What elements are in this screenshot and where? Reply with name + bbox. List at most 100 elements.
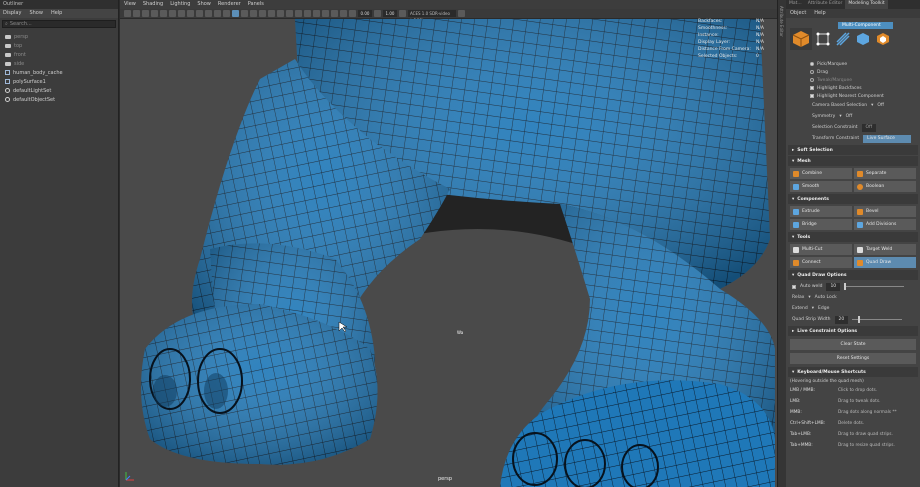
safe-action-icon[interactable]	[205, 10, 212, 17]
camera-select-icon[interactable]	[124, 10, 131, 17]
transform-constraint-select[interactable]: Live Surface	[863, 134, 912, 143]
toolkit-menu-object[interactable]: Object	[790, 10, 806, 17]
color-management-icon[interactable]	[399, 10, 406, 17]
object-mode-icon[interactable]	[790, 28, 812, 50]
drag-option[interactable]: Drag	[786, 68, 920, 76]
shortcuts-header[interactable]: ▾ Keyboard/Mouse Shortcuts	[788, 367, 918, 377]
outliner-menu-show[interactable]: Show	[29, 10, 43, 17]
motion-blur-icon[interactable]	[286, 10, 293, 17]
viewport-menu-renderer[interactable]: Renderer	[218, 1, 241, 8]
panel-layout-icon[interactable]	[458, 10, 465, 17]
symmetry-dropdown-icon[interactable]: ▾	[839, 114, 841, 119]
textured-icon[interactable]	[250, 10, 257, 17]
shadows-icon[interactable]	[268, 10, 275, 17]
outliner-item[interactable]: defaultObjectSet	[0, 95, 118, 104]
search-input[interactable]: Search...	[10, 21, 32, 27]
xray-components-icon[interactable]	[340, 10, 347, 17]
exposure-icon[interactable]	[349, 10, 356, 17]
components-header[interactable]: ▾ Components	[788, 194, 918, 204]
gate-mask-icon[interactable]	[187, 10, 194, 17]
outliner-item[interactable]: top	[0, 41, 118, 50]
highlight-backfaces-option[interactable]: Highlight Backfaces	[786, 84, 920, 92]
camera-lock-icon[interactable]	[133, 10, 140, 17]
relax-dropdown-icon[interactable]: ▾	[808, 295, 810, 300]
camera-sel-dropdown-icon[interactable]: ▾	[871, 103, 873, 108]
outliner-menu-help[interactable]: Help	[51, 10, 62, 17]
gamma-icon[interactable]	[374, 10, 381, 17]
multi-cut-button[interactable]: Multi-Cut	[790, 244, 852, 255]
viewport-menu-view[interactable]: View	[124, 1, 136, 8]
highlight-nearest-option[interactable]: Highlight Nearest Component	[786, 92, 920, 100]
radio-tweak[interactable]	[810, 78, 814, 82]
edge-mode-icon[interactable]	[836, 32, 850, 46]
checkbox-backfaces[interactable]	[810, 86, 814, 90]
pick-marquee-option[interactable]: Pick/Marquee	[786, 60, 920, 68]
face-mode-icon[interactable]	[856, 32, 870, 46]
separate-button[interactable]: Separate	[854, 168, 916, 179]
outliner-item[interactable]: front	[0, 50, 118, 59]
add-divisions-button[interactable]: Add Divisions	[854, 219, 916, 230]
radio-drag[interactable]	[810, 70, 814, 74]
camera-sel-value[interactable]: Off	[877, 103, 884, 108]
outliner-item[interactable]: defaultLightSet	[0, 86, 118, 95]
field-chart-icon[interactable]	[196, 10, 203, 17]
bridge-button[interactable]: Bridge	[790, 219, 852, 230]
combine-button[interactable]: Combine	[790, 168, 852, 179]
soft-selection-header[interactable]: ▸ Soft Selection	[788, 145, 918, 155]
tab-modeling-toolkit[interactable]: Modeling Toolkit	[845, 0, 888, 9]
auto-weld-field[interactable]: 10	[826, 282, 841, 291]
xray-icon[interactable]	[322, 10, 329, 17]
viewport-menu-lighting[interactable]: Lighting	[170, 1, 190, 8]
exposure-field[interactable]: 0.00	[358, 10, 372, 17]
relax-value[interactable]: Auto Lock	[815, 295, 837, 300]
tab-material[interactable]: Mat...	[786, 0, 805, 9]
auto-weld-slider[interactable]	[844, 283, 905, 290]
lights-icon[interactable]	[259, 10, 266, 17]
quad-draw-options-header[interactable]: ▾ Quad Draw Options	[788, 270, 918, 280]
xray-joints-icon[interactable]	[331, 10, 338, 17]
resolution-gate-icon[interactable]	[178, 10, 185, 17]
bookmark-icon[interactable]	[142, 10, 149, 17]
target-weld-button[interactable]: Target Weld	[854, 244, 916, 255]
wireframe-icon[interactable]	[223, 10, 230, 17]
outliner-menu-display[interactable]: Display	[3, 10, 21, 17]
connect-button[interactable]: Connect	[790, 257, 852, 268]
bevel-button[interactable]: Bevel	[854, 206, 916, 217]
film-gate-icon[interactable]	[169, 10, 176, 17]
tab-attribute-editor[interactable]: Attribute Editor	[805, 0, 846, 9]
viewport-menu-panels[interactable]: Panels	[248, 1, 264, 8]
viewport-panel[interactable]: View Shading Lighting Show Renderer Pane…	[120, 0, 777, 487]
smooth-button[interactable]: Smooth	[790, 181, 852, 192]
viewport-menu-shading[interactable]: Shading	[143, 1, 163, 8]
outliner-item[interactable]: human_body_cache	[0, 68, 118, 77]
reset-settings-button[interactable]: Reset Settings	[790, 353, 916, 364]
uv-mode-icon[interactable]	[876, 32, 890, 46]
slider-handle[interactable]	[844, 283, 847, 290]
outliner-item[interactable]: polySurface1	[0, 77, 118, 86]
mesh-header[interactable]: ▾ Mesh	[788, 156, 918, 166]
viewport-menu-show[interactable]: Show	[197, 1, 211, 8]
safe-title-icon[interactable]	[214, 10, 221, 17]
live-constraint-header[interactable]: ▸ Live Constraint Options	[788, 326, 918, 336]
quad-draw-button[interactable]: Quad Draw	[854, 257, 916, 268]
symmetry-value[interactable]: Off	[846, 114, 853, 119]
extend-value[interactable]: Edge	[818, 306, 829, 311]
smooth-shade-icon[interactable]	[232, 10, 239, 17]
slider-handle[interactable]	[858, 316, 861, 323]
strip-width-slider[interactable]	[852, 316, 903, 323]
tools-header[interactable]: ▾ Tools	[788, 232, 918, 242]
extrude-button[interactable]: Extrude	[790, 206, 852, 217]
boolean-button[interactable]: Boolean	[854, 181, 916, 192]
outliner-item[interactable]: persp	[0, 32, 118, 41]
tweak-marquee-option[interactable]: Tweak/Marquee	[786, 76, 920, 84]
strip-width-field[interactable]: 20	[834, 315, 849, 324]
radio-pick[interactable]	[810, 62, 814, 66]
image-plane-icon[interactable]	[151, 10, 158, 17]
sel-constraint-select[interactable]: Off	[861, 123, 877, 132]
wireframe-on-shaded-icon[interactable]	[241, 10, 248, 17]
clear-state-button[interactable]: Clear State	[790, 339, 916, 350]
isolate-select-icon[interactable]	[313, 10, 320, 17]
auto-weld-checkbox[interactable]	[792, 284, 796, 289]
outliner-item[interactable]: side	[0, 59, 118, 68]
checkbox-nearest[interactable]	[810, 94, 814, 98]
